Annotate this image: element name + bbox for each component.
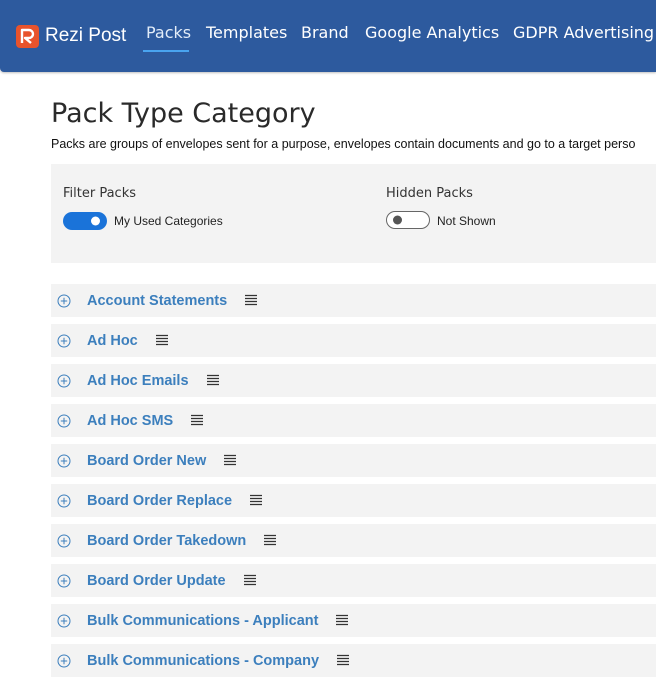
circle-plus-icon[interactable] xyxy=(57,414,71,428)
toggle-knob xyxy=(91,216,100,226)
page-description: Packs are groups of envelopes sent for a… xyxy=(51,137,636,151)
filter-packs-label: Filter Packs xyxy=(63,186,136,201)
hidden-packs-label: Hidden Packs xyxy=(386,186,473,201)
category-name[interactable]: Ad Hoc xyxy=(87,333,138,349)
category-row[interactable]: Ad Hoc SMS xyxy=(51,404,656,437)
category-name[interactable]: Bulk Communications - Company xyxy=(87,653,319,669)
active-tab-indicator xyxy=(143,50,189,52)
circle-plus-icon[interactable] xyxy=(57,534,71,548)
circle-plus-icon[interactable] xyxy=(57,614,71,628)
category-row[interactable]: Board Order Update xyxy=(51,564,656,597)
rezi-post-logo-icon xyxy=(16,24,39,48)
circle-plus-icon[interactable] xyxy=(57,334,71,348)
circle-plus-icon[interactable] xyxy=(57,654,71,668)
filter-packs-toggle[interactable] xyxy=(63,212,107,230)
category-list: Account Statements Ad Hoc Ad Hoc Emails … xyxy=(51,284,656,684)
category-name[interactable]: Ad Hoc SMS xyxy=(87,413,173,429)
brand[interactable]: Rezi Post xyxy=(16,22,126,50)
list-menu-icon[interactable] xyxy=(243,574,257,587)
list-menu-icon[interactable] xyxy=(155,334,169,347)
category-name[interactable]: Bulk Communications - Applicant xyxy=(87,613,318,629)
category-name[interactable]: Ad Hoc Emails xyxy=(87,373,189,389)
list-menu-icon[interactable] xyxy=(249,494,263,507)
brand-name: Rezi Post xyxy=(45,25,127,46)
filter-packs-toggle-text: My Used Categories xyxy=(114,214,223,228)
list-menu-icon[interactable] xyxy=(223,454,237,467)
list-menu-icon[interactable] xyxy=(244,294,258,307)
category-name[interactable]: Board Order Replace xyxy=(87,493,232,509)
category-name[interactable]: Board Order Update xyxy=(87,573,226,589)
category-name[interactable]: Board Order Takedown xyxy=(87,533,246,549)
circle-plus-icon[interactable] xyxy=(57,374,71,388)
category-name[interactable]: Account Statements xyxy=(87,293,227,309)
top-navbar: Rezi Post Packs Templates Brand Google A… xyxy=(0,0,656,72)
nav-brand[interactable]: Brand xyxy=(301,23,349,42)
page-title: Pack Type Category xyxy=(51,98,316,129)
category-row[interactable]: Account Statements xyxy=(51,284,656,317)
category-row[interactable]: Bulk Communications - Applicant xyxy=(51,604,656,637)
category-row[interactable]: Board Order Takedown xyxy=(51,524,656,557)
toggle-knob xyxy=(393,215,402,225)
category-row[interactable]: Board Order Replace xyxy=(51,484,656,517)
circle-plus-icon[interactable] xyxy=(57,574,71,588)
list-menu-icon[interactable] xyxy=(263,534,277,547)
category-row[interactable]: Ad Hoc Emails xyxy=(51,364,656,397)
category-row[interactable]: Board Order New xyxy=(51,444,656,477)
category-name[interactable]: Board Order New xyxy=(87,453,206,469)
hidden-packs-toggle[interactable] xyxy=(386,211,430,229)
list-menu-icon[interactable] xyxy=(335,614,349,627)
nav-templates[interactable]: Templates xyxy=(206,23,287,42)
category-row[interactable]: Ad Hoc xyxy=(51,324,656,357)
hidden-packs-toggle-text: Not Shown xyxy=(437,214,496,228)
category-row[interactable]: Bulk Communications - Company xyxy=(51,644,656,677)
nav-gdpr-advertising[interactable]: GDPR Advertising xyxy=(513,23,654,42)
nav-packs[interactable]: Packs xyxy=(146,23,191,42)
list-menu-icon[interactable] xyxy=(206,374,220,387)
circle-plus-icon[interactable] xyxy=(57,294,71,308)
list-menu-icon[interactable] xyxy=(336,654,350,667)
list-menu-icon[interactable] xyxy=(190,414,204,427)
filter-panel: Filter Packs My Used Categories Hidden P… xyxy=(51,164,656,263)
circle-plus-icon[interactable] xyxy=(57,454,71,468)
nav-google-analytics[interactable]: Google Analytics xyxy=(365,23,499,42)
circle-plus-icon[interactable] xyxy=(57,494,71,508)
